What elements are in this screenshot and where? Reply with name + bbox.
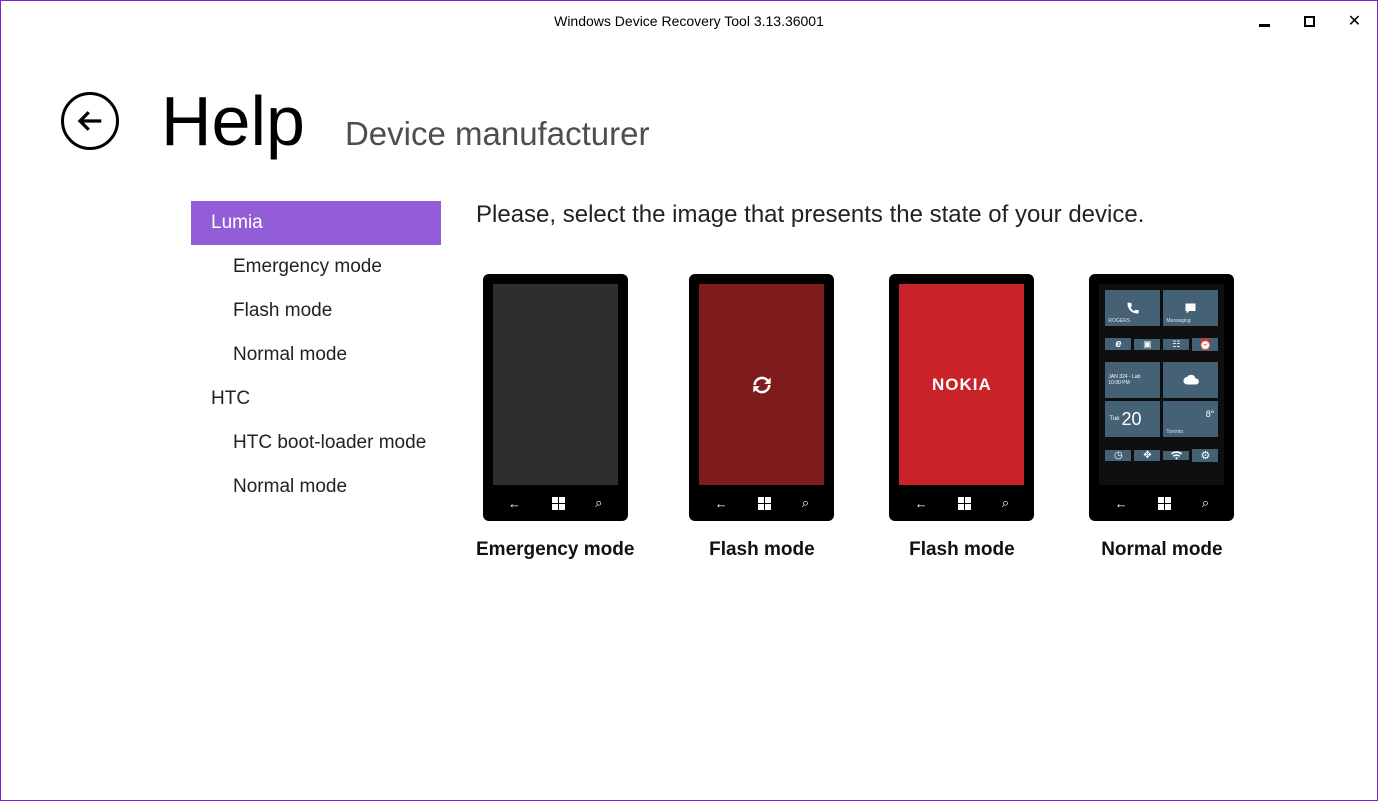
message-icon xyxy=(1183,301,1198,316)
sidebar-item-htc[interactable]: HTC xyxy=(191,377,441,421)
back-arrow-icon xyxy=(75,106,105,136)
wifi-icon xyxy=(1171,451,1182,460)
content: Lumia Emergency mode Flash mode Normal m… xyxy=(1,161,1377,561)
phone-screen-nokia: NOKIA xyxy=(899,284,1024,485)
sidebar-item-label: HTC xyxy=(211,388,250,410)
nokia-logo: NOKIA xyxy=(932,375,992,395)
move-small-icon: ✥ xyxy=(1134,450,1160,461)
back-button[interactable] xyxy=(61,92,119,150)
search-nav-icon: ⌕ xyxy=(802,495,809,511)
phone-nav: ← ⌕ xyxy=(493,485,618,521)
phone-tile-cloud xyxy=(1163,362,1218,398)
windows-nav-icon xyxy=(1158,497,1171,510)
sidebar: Lumia Emergency mode Flash mode Normal m… xyxy=(191,201,441,561)
phone-tile-small-row: ◷ ✥ ⚙ xyxy=(1105,440,1218,470)
clock-small-icon: ◷ xyxy=(1105,450,1131,461)
sidebar-item-htc-bootloader[interactable]: HTC boot-loader mode xyxy=(191,421,441,465)
windows-nav-icon xyxy=(758,497,771,510)
sidebar-item-flash-mode[interactable]: Flash mode xyxy=(191,289,441,333)
device-label: Flash mode xyxy=(709,539,815,561)
sidebar-item-label: Normal mode xyxy=(233,344,347,366)
phone-nav: ← ⌕ xyxy=(1099,485,1224,521)
sidebar-item-lumia[interactable]: Lumia xyxy=(191,201,441,245)
phone-mockup: ROGERS Messaging e ▣ ☷ xyxy=(1089,274,1234,521)
sidebar-item-htc-normal-mode[interactable]: Normal mode xyxy=(191,465,441,509)
back-nav-icon: ← xyxy=(1115,496,1128,511)
phone-mockup: NOKIA ← ⌕ xyxy=(889,274,1034,521)
phone-tile-phone: ROGERS xyxy=(1105,290,1160,326)
header: Help Device manufacturer xyxy=(1,41,1377,161)
tile-text: 10:00 PM xyxy=(1108,380,1129,386)
device-flash-nokia[interactable]: NOKIA ← ⌕ Flash mode xyxy=(889,274,1034,561)
phone-nav: ← ⌕ xyxy=(699,485,824,521)
search-nav-icon: ⌕ xyxy=(595,495,602,511)
instruction-text: Please, select the image that presents t… xyxy=(476,201,1377,229)
header-titles: Help Device manufacturer xyxy=(161,81,649,161)
sidebar-item-label: Flash mode xyxy=(233,300,332,322)
maximize-icon xyxy=(1304,16,1315,27)
tile-label: Toronto xyxy=(1166,429,1183,435)
sidebar-item-label: Emergency mode xyxy=(233,256,382,278)
tile-date-num: 20 xyxy=(1122,409,1142,430)
phone-tile-calendar: Tue 20 xyxy=(1105,401,1160,437)
phone-screen-tiles: ROGERS Messaging e ▣ ☷ xyxy=(1099,284,1224,485)
phone-nav: ← ⌕ xyxy=(899,485,1024,521)
back-nav-icon: ← xyxy=(715,496,728,511)
flash-sync-icon xyxy=(749,372,775,398)
alarm-icon: ⏰ xyxy=(1192,338,1218,351)
device-list: ← ⌕ Emergency mode ← xyxy=(476,274,1377,561)
device-flash-dark[interactable]: ← ⌕ Flash mode xyxy=(689,274,834,561)
tile-label: Messaging xyxy=(1166,318,1190,324)
page-title: Help xyxy=(161,81,305,161)
phone-tile-weather: Toronto 8° xyxy=(1163,401,1218,437)
close-icon: ✕ xyxy=(1348,11,1361,31)
main: Please, select the image that presents t… xyxy=(476,201,1377,561)
device-normal[interactable]: ROGERS Messaging e ▣ ☷ xyxy=(1089,274,1234,561)
cloud-icon xyxy=(1182,374,1200,386)
tile-day: Tue xyxy=(1109,416,1119,422)
device-label: Normal mode xyxy=(1101,539,1222,561)
sidebar-item-emergency-mode[interactable]: Emergency mode xyxy=(191,245,441,289)
sidebar-item-label: Normal mode xyxy=(233,476,347,498)
gear-small-icon: ⚙ xyxy=(1192,449,1218,462)
close-button[interactable]: ✕ xyxy=(1332,1,1377,41)
windows-nav-icon xyxy=(958,497,971,510)
page-subtitle: Device manufacturer xyxy=(345,115,649,153)
phone-mockup: ← ⌕ xyxy=(689,274,834,521)
window-title: Windows Device Recovery Tool 3.13.36001 xyxy=(554,13,824,29)
device-label: Emergency mode xyxy=(476,539,634,561)
windows-nav-icon xyxy=(552,497,565,510)
store-icon: ☷ xyxy=(1163,339,1189,350)
phone-tile-small-pair-2: ☷ ⏰ xyxy=(1163,329,1218,359)
phone-tile-small-pair-1: e ▣ xyxy=(1105,329,1160,359)
sidebar-item-label: HTC boot-loader mode xyxy=(233,432,426,454)
minimize-icon xyxy=(1259,24,1270,27)
phone-mockup: ← ⌕ xyxy=(483,274,628,521)
maximize-button[interactable] xyxy=(1287,1,1332,41)
tile-label: ROGERS xyxy=(1108,318,1130,324)
window-controls: ✕ xyxy=(1242,1,1377,41)
office-icon: ▣ xyxy=(1134,339,1160,350)
phone-icon xyxy=(1125,301,1140,316)
phone-screen-dark xyxy=(493,284,618,485)
tile-temp: 8° xyxy=(1206,409,1215,419)
back-nav-icon: ← xyxy=(915,496,928,511)
phone-screen-red-dark xyxy=(699,284,824,485)
device-emergency[interactable]: ← ⌕ Emergency mode xyxy=(476,274,634,561)
tiles-grid: ROGERS Messaging e ▣ ☷ xyxy=(1105,290,1218,470)
search-nav-icon: ⌕ xyxy=(1002,495,1009,511)
phone-tile-event: JAN 324 - Lab 10:00 PM xyxy=(1105,362,1160,398)
ie-icon: e xyxy=(1105,338,1131,350)
sidebar-item-label: Lumia xyxy=(211,212,263,234)
wifi-small-icon xyxy=(1163,451,1189,460)
phone-tile-messaging: Messaging xyxy=(1163,290,1218,326)
sidebar-item-normal-mode[interactable]: Normal mode xyxy=(191,333,441,377)
titlebar: Windows Device Recovery Tool 3.13.36001 … xyxy=(1,1,1377,41)
back-nav-icon: ← xyxy=(508,496,521,511)
search-nav-icon: ⌕ xyxy=(1202,495,1209,511)
minimize-button[interactable] xyxy=(1242,1,1287,41)
device-label: Flash mode xyxy=(909,539,1015,561)
